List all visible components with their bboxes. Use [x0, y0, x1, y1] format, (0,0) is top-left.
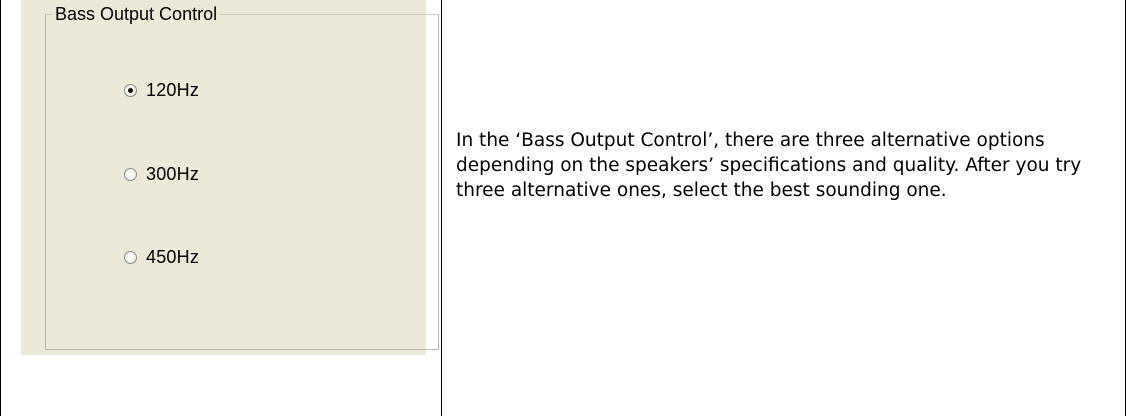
bass-output-control-panel: Bass Output Control 120Hz 300Hz 450Hz [21, 0, 439, 355]
radio-option-120hz[interactable]: 120Hz [124, 78, 199, 102]
description-paragraph: In the ‘Bass Output Control’, there are … [456, 130, 1082, 201]
radio-label-120hz: 120Hz [146, 79, 200, 100]
groupbox-title: Bass Output Control [52, 3, 221, 25]
radio-option-450hz[interactable]: 450Hz [124, 245, 199, 269]
radio-label-450hz: 450Hz [146, 246, 200, 267]
radio-option-300hz[interactable]: 300Hz [124, 162, 199, 186]
description-cell: In the ‘Bass Output Control’, there are … [456, 128, 1111, 203]
screenshot-cell: Bass Output Control 120Hz 300Hz 450Hz [2, 0, 441, 416]
table-column-divider [441, 0, 442, 416]
groupbox-frame [45, 14, 439, 350]
radio-label-300hz: 300Hz [146, 163, 200, 184]
radio-button-checked[interactable] [124, 83, 137, 97]
radio-button-unchecked[interactable] [124, 250, 137, 264]
document-table: Bass Output Control 120Hz 300Hz 450Hz In… [0, 0, 1126, 416]
radio-button-unchecked[interactable] [124, 167, 137, 181]
